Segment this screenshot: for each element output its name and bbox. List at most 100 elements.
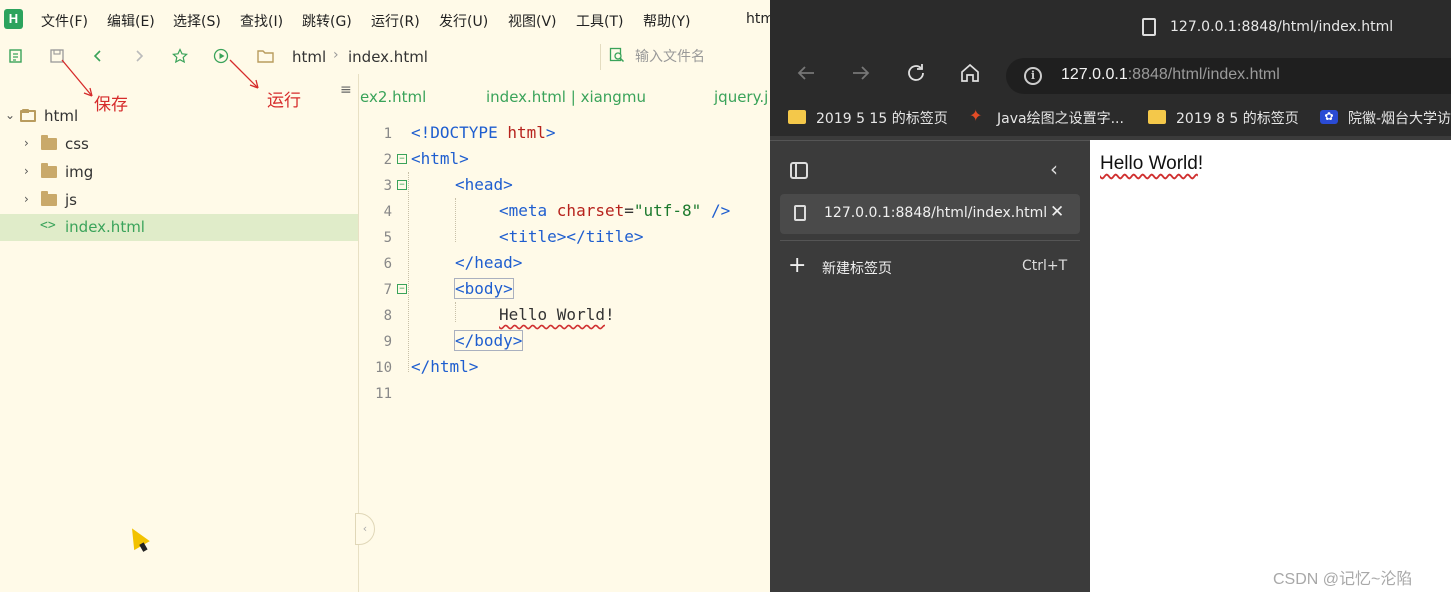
line-number: 1	[383, 126, 392, 142]
code-line: 10 </html>	[360, 356, 770, 382]
bookmark-label: 2019 8 5 的标签页	[1176, 111, 1299, 127]
code-token: =	[624, 201, 634, 220]
code-token: <title></title>	[499, 227, 644, 246]
browser-titlebar: 127.0.0.1:8848/html/index.html	[770, 0, 1451, 54]
tree-item-css[interactable]: › css	[0, 131, 358, 158]
vertical-tab[interactable]: 127.0.0.1:8848/html/index.html ✕	[780, 194, 1080, 234]
folder-icon	[788, 110, 806, 124]
code-token: <!DOCTYPE	[411, 123, 508, 142]
menu-tools[interactable]: 工具(T)	[576, 11, 623, 31]
menu-help[interactable]: 帮助(Y)	[643, 11, 690, 31]
tab-actions-icon[interactable]	[790, 162, 808, 179]
back-arrow-icon[interactable]	[792, 62, 820, 90]
folder-open-icon	[20, 109, 36, 122]
folder-icon	[1148, 110, 1166, 124]
java-icon: ✦	[969, 106, 983, 125]
menu-view[interactable]: 视图(V)	[508, 11, 557, 31]
tab-index-xiangmu[interactable]: index.html | xiangmu	[486, 88, 646, 106]
code-line: 7 − <body>	[360, 278, 770, 304]
bookmark-item[interactable]: 2019 8 5 的标签页	[1148, 108, 1299, 128]
code-token: charset	[556, 201, 625, 220]
tree-item-label: js	[65, 191, 77, 209]
code-token: </body>	[453, 330, 524, 351]
code-line: 11	[360, 382, 770, 408]
code-token: "utf-8"	[633, 201, 702, 220]
bookmark-item[interactable]: 2019 5 15 的标签页	[788, 108, 958, 128]
html-file-icon: <>	[40, 218, 56, 233]
file-search-box	[600, 44, 770, 70]
code-token: html	[507, 123, 546, 142]
line-number: 2	[383, 152, 392, 168]
folder-icon	[41, 191, 57, 206]
bookmark-item[interactable]: ✦ Java绘图之设置字...	[969, 106, 1139, 128]
tab-ex2[interactable]: ex2.html	[360, 88, 426, 106]
window-title: htm	[746, 11, 770, 27]
page-document-icon	[1142, 18, 1156, 36]
line-number: 5	[383, 230, 392, 246]
chevron-down-icon[interactable]: ⌄	[5, 108, 15, 122]
code-editor[interactable]: 1 <!DOCTYPE html> 2 − <html> 3 − <head> …	[360, 122, 770, 422]
vertical-tabs-panel: ‹ 127.0.0.1:8848/html/index.html ✕ + 新建标…	[770, 140, 1090, 592]
address-bar[interactable]: i 127.0.0.1:8848/html/index.html	[1006, 58, 1451, 94]
new-tab-button[interactable]: + 新建标签页 Ctrl+T	[780, 249, 1080, 285]
line-number: 6	[383, 256, 392, 272]
close-icon[interactable]: ✕	[1050, 202, 1064, 222]
code-line: 6 </head>	[360, 252, 770, 278]
code-token: </head>	[455, 253, 523, 272]
code-token: >	[545, 123, 556, 142]
file-search-input[interactable]	[635, 47, 765, 67]
line-number: 9	[383, 334, 392, 350]
code-line: 3 − <head>	[360, 174, 770, 200]
refresh-icon[interactable]	[902, 62, 930, 90]
code-token: />	[701, 201, 731, 220]
site-info-icon[interactable]: i	[1024, 67, 1042, 85]
address-url[interactable]: 127.0.0.1:8848/html/index.html	[1061, 66, 1280, 84]
code-token: <body>	[454, 278, 514, 299]
tree-item-html[interactable]: ⌄ html	[0, 103, 358, 130]
chevron-right-icon[interactable]: ›	[24, 164, 29, 178]
menu-publish[interactable]: 发行(U)	[439, 11, 488, 31]
page-viewport: Hello World!	[1090, 140, 1451, 592]
forward-arrow-icon[interactable]	[847, 62, 875, 90]
code-token: <html>	[411, 149, 469, 168]
line-number: 11	[375, 386, 392, 402]
fold-toggle-icon[interactable]: −	[397, 180, 407, 190]
tree-item-js[interactable]: › js	[0, 187, 358, 214]
code-line: 2 − <html>	[360, 148, 770, 174]
code-token: </html>	[411, 357, 479, 376]
fold-toggle-icon[interactable]: −	[397, 284, 407, 294]
tree-item-label: img	[65, 163, 94, 181]
menu-run[interactable]: 运行(R)	[371, 11, 420, 31]
line-number: 10	[375, 360, 392, 376]
chevron-right-icon[interactable]: ›	[24, 192, 29, 206]
tab-jquery[interactable]: jquery.j	[714, 88, 768, 106]
collapse-panel-handle[interactable]: ‹	[355, 513, 375, 545]
divider	[780, 240, 1080, 241]
vertical-tab-title: 127.0.0.1:8848/html/index.html	[824, 205, 1048, 221]
bookmark-item[interactable]: ✿ 院徽-烟台大学访	[1320, 108, 1451, 128]
file-search-icon	[609, 47, 625, 65]
new-tab-shortcut: Ctrl+T	[1022, 258, 1068, 274]
collapse-pane-icon[interactable]: ‹	[1050, 157, 1058, 181]
url-path: :8848/html/index.html	[1127, 66, 1280, 83]
home-icon[interactable]	[956, 62, 984, 90]
code-line: 9 </body>	[360, 330, 770, 356]
code-line: 5 <title></title>	[360, 226, 770, 252]
folder-icon	[41, 135, 57, 150]
bookmark-label: 2019 5 15 的标签页	[816, 111, 948, 127]
page-document-icon	[794, 205, 806, 221]
tree-menu-icon[interactable]: ≡	[340, 82, 352, 98]
editor-tabs: ex2.html index.html | xiangmu jquery.j	[360, 84, 770, 112]
tree-item-img[interactable]: › img	[0, 159, 358, 186]
url-host: 127.0.0.1	[1061, 66, 1128, 83]
edge-browser: 127.0.0.1:8848/html/index.html i 127.0.0…	[770, 0, 1451, 592]
tree-item-index-html[interactable]: <> index.html	[0, 214, 358, 241]
chevron-right-icon[interactable]: ›	[24, 136, 29, 150]
csdn-watermark: CSDN @记忆~沦陷	[1273, 571, 1413, 588]
tree-item-label: html	[44, 107, 79, 125]
window-title: 127.0.0.1:8848/html/index.html	[1170, 19, 1394, 35]
code-token: <head>	[455, 175, 513, 194]
plus-icon: +	[788, 253, 807, 278]
fold-toggle-icon[interactable]: −	[397, 154, 407, 164]
page-content-text: Hello World!	[1100, 153, 1204, 174]
